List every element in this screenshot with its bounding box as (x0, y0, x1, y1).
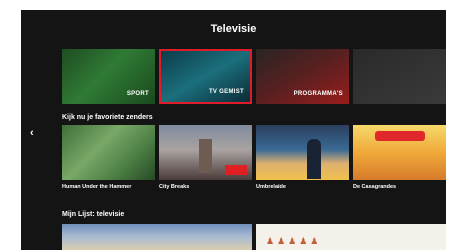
program-thumbnail (353, 125, 446, 180)
presenter-illustration (307, 139, 321, 179)
program-title: De Casagrandes (353, 184, 397, 190)
channel-logo-icon (225, 165, 247, 175)
section-title-favorites: Kijk nu je favoriete zenders (62, 114, 153, 121)
program-thumbnail (159, 125, 252, 180)
category-tile-sport[interactable]: SPORT (62, 49, 155, 104)
tv-app-screen: Televisie SPORT TV GEMIST PROGRAMMA'S Ki… (21, 10, 446, 250)
program-card[interactable]: Human Under the Hammer (62, 125, 155, 192)
program-title: Umbrelaide (256, 184, 286, 190)
program-thumbnail (256, 125, 349, 180)
mylist-card[interactable] (62, 224, 252, 250)
program-card[interactable]: Umbrelaide (256, 125, 349, 192)
program-thumbnail (62, 125, 155, 180)
mylist-card[interactable]: ♟♟♟♟♟ (256, 224, 446, 250)
category-tile-extra[interactable] (353, 49, 446, 104)
category-label: PROGRAMMA'S (293, 91, 343, 97)
category-tile-tv-gemist[interactable]: TV GEMIST (159, 49, 252, 104)
section-title-mylist: Mijn Lijst: televisie (62, 211, 125, 218)
category-label: SPORT (126, 91, 149, 97)
cartoon-logo-icon (375, 131, 425, 141)
page-title: Televisie (210, 23, 257, 35)
category-tile-programmas[interactable]: PROGRAMMA'S (256, 49, 349, 104)
program-card[interactable]: De Casagrandes (353, 125, 446, 192)
chevron-left-icon[interactable]: ‹ (30, 127, 34, 139)
characters-illustration: ♟♟♟♟♟ (266, 236, 322, 246)
tower-illustration (199, 139, 212, 173)
program-title: Human Under the Hammer (62, 184, 132, 190)
category-label: TV GEMIST (208, 89, 244, 95)
program-title: City Breaks (159, 184, 190, 190)
program-card[interactable]: City Breaks (159, 125, 252, 192)
